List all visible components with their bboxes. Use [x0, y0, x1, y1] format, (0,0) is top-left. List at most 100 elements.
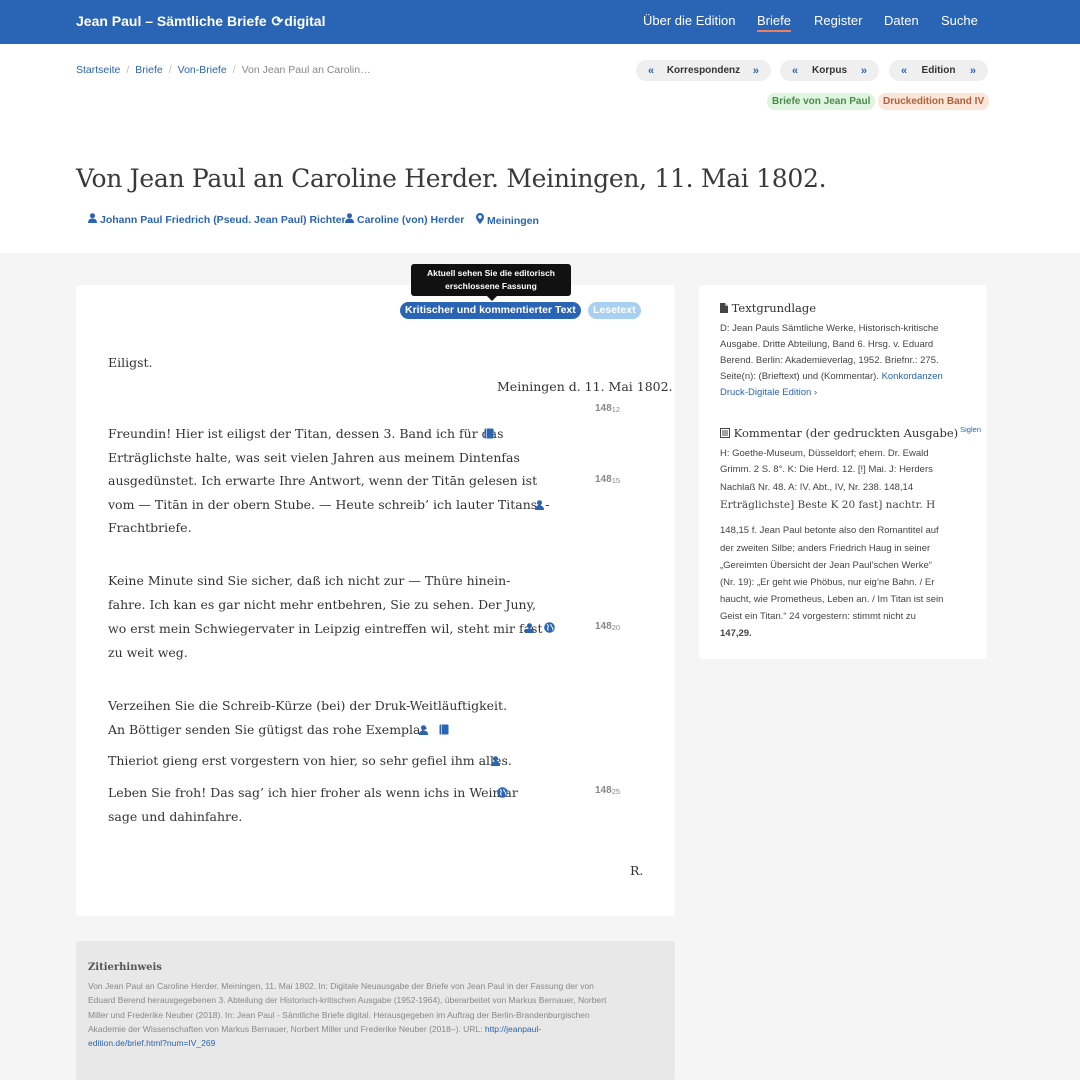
letter-line: Keine Minute sind Sie sicher, daß ich ni…: [108, 573, 511, 588]
citation-line: Miller und Frederike Neuber (2018). In: …: [88, 1010, 590, 1020]
chevron-left-icon[interactable]: «: [901, 65, 907, 77]
letter-line: fahre. Ich kan es gar nicht mehr entbehr…: [108, 597, 536, 612]
textgrundlage-line: D: Jean Pauls Sämtliche Werke, Historisc…: [720, 323, 939, 334]
pager-edition: « Edition »: [889, 60, 988, 81]
textgrundlage-heading: Textgrundlage: [720, 301, 816, 316]
citation-url-link[interactable]: edition.de/brief.html?num=IV_269: [88, 1038, 215, 1048]
textgrundlage-line: Berend. Berlin: Akademieverlag, 1952. Br…: [720, 355, 939, 366]
kommentar-line: „Gereimten Übersicht der Jean Paul’schen…: [720, 560, 932, 571]
brand-logo[interactable]: Jean Paul – Sämtliche Briefe ⟳digital: [76, 13, 326, 30]
page-title: Von Jean Paul an Caroline Herder. Meinin…: [76, 164, 827, 193]
breadcrumb-von-briefe[interactable]: Von-Briefe: [178, 64, 227, 76]
chevron-right-icon: ›: [811, 387, 818, 398]
letter-line: sage und dahinfahre.: [108, 809, 243, 824]
breadcrumb-startseite[interactable]: Startseite: [76, 64, 120, 76]
person-icon: [345, 213, 354, 226]
tooltip-line: erschlossene Fassung: [445, 281, 537, 291]
letter-line: Thieriot gieng erst vorgestern von hier,…: [108, 753, 512, 768]
nav-register[interactable]: Register: [814, 13, 862, 28]
letter-signature: R.: [630, 863, 644, 878]
letter-line: Verzeihen Sie die Schreib-Kürze (bei) de…: [108, 698, 508, 713]
druck-digitale-link[interactable]: Druck-Digitale Edition ›: [720, 387, 817, 398]
meta-sender[interactable]: Johann Paul Friedrich (Pseud. Jean Paul)…: [88, 213, 346, 226]
citation-heading: Zitierhinweis: [88, 962, 162, 973]
nav-suche[interactable]: Suche: [941, 13, 978, 28]
file-icon: [720, 302, 728, 316]
person-icon[interactable]: [535, 500, 544, 510]
chevron-right-icon[interactable]: »: [861, 65, 867, 77]
pager-korpus: « Korpus »: [780, 60, 879, 81]
nav-ueber-edition[interactable]: Über die Edition: [643, 13, 736, 28]
chevron-right-icon[interactable]: »: [970, 65, 976, 77]
letter-opening: Eiligst.: [108, 355, 153, 370]
letter-line: zu weit weg.: [108, 645, 188, 660]
pager-label: Korpus: [812, 65, 847, 76]
tooltip-line: Aktuell sehen Sie die editorisch: [426, 268, 555, 278]
chevron-right-icon[interactable]: »: [753, 65, 759, 77]
nav-daten[interactable]: Daten: [884, 13, 919, 28]
person-icon[interactable]: [525, 623, 534, 633]
book-icon[interactable]: [439, 724, 449, 735]
citation-line: Von Jean Paul an Caroline Herder. Meinin…: [88, 981, 594, 991]
chevron-left-icon[interactable]: «: [792, 65, 798, 77]
toggle-lesetext[interactable]: Lesetext: [588, 302, 641, 319]
refresh-icon: ⟳: [271, 13, 284, 29]
globe-icon[interactable]: [497, 787, 508, 798]
citation-line: Akademie der Wissenschaften von Markus B…: [88, 1024, 542, 1034]
letter-line: Erträglichste halte, was seit vielen Jah…: [108, 450, 520, 465]
letter-line: wo erst mein Schwiegervater in Leipzig e…: [108, 621, 543, 636]
kommentar-line: Erträglichste] Beste K 20 fast] nachtr. …: [720, 499, 936, 511]
breadcrumb-current: Von Jean Paul an Carolin…: [241, 64, 371, 76]
tooltip: Aktuell sehen Sie die editorisch erschlo…: [411, 264, 571, 301]
line-number: 14825: [595, 785, 621, 796]
letter-line: Frachtbriefe.: [108, 520, 192, 535]
kommentar-line: (Nr. 19): „Er geht wie Phöbus, nur eig’n…: [720, 577, 935, 588]
letter-dateline: Meiningen d. 11. Mai 1802.: [497, 379, 673, 394]
kommentar-line: 147,29.: [720, 628, 752, 639]
breadcrumb-briefe[interactable]: Briefe: [135, 64, 162, 76]
siglen-link[interactable]: Siglen: [960, 425, 981, 434]
letter-line: Leben Sie froh! Das sag’ ich hier froher…: [108, 785, 518, 800]
meta-place-label: Meiningen: [487, 215, 539, 227]
person-icon[interactable]: [419, 725, 428, 735]
kommentar-line: der zweiten Silbe; anders Friedrich Haug…: [720, 543, 931, 554]
kommentar-line: Grimm. 2 S. 8°. K: Die Herd. 12. [!] Mai…: [720, 464, 933, 475]
pager-label: Edition: [921, 65, 956, 76]
person-icon[interactable]: [491, 756, 500, 766]
tag-briefe-von-jean-paul[interactable]: Briefe von Jean Paul: [767, 93, 876, 110]
globe-icon[interactable]: [544, 622, 555, 633]
kommentar-heading: Kommentar (der gedruckten Ausgabe) Siglen: [720, 425, 981, 441]
book-icon[interactable]: [484, 428, 494, 439]
list-icon: [720, 427, 730, 441]
tag-druckedition[interactable]: Druckedition Band IV: [878, 93, 990, 110]
textgrundlage-line: Seite(n): (Brieftext) und (Kommentar). K…: [720, 371, 943, 382]
breadcrumb: Startseite / Briefe / Von-Briefe / Von Jean Pa…: [76, 64, 371, 76]
pager-label: Korrespondenz: [666, 65, 741, 76]
konkordanzen-link[interactable]: Konkordanzen: [882, 371, 943, 382]
meta-sender-label: Johann Paul Friedrich (Pseud. Jean Paul)…: [100, 214, 346, 226]
citation-url-link[interactable]: http://jeanpaul-: [485, 1024, 541, 1034]
kommentar-line: 148,15 f. Jean Paul betonte also den Rom…: [720, 525, 939, 536]
person-icon: [88, 213, 97, 226]
textgrundlage-heading-label: Textgrundlage: [731, 301, 817, 315]
pager-korrespondenz: « Korrespondenz »: [636, 60, 771, 81]
chevron-left-icon[interactable]: «: [648, 65, 654, 77]
kommentar-heading-label: Kommentar (der gedruckten Ausgabe): [733, 426, 959, 440]
letter-line: vom — Titān in der obern Stube. — Heute …: [108, 497, 550, 512]
line-number: 14815: [595, 474, 621, 485]
meta-recipient[interactable]: Caroline (von) Herder: [345, 213, 464, 226]
citation-line: Eduard Berend herausgegebenen 3. Abteilu…: [88, 995, 607, 1005]
kommentar-line: Geist ein Titan.“ 24 vorgestern: stimmt …: [720, 611, 916, 622]
toggle-kritischer-text[interactable]: Kritischer und kommentierter Text: [400, 302, 581, 319]
nav-briefe[interactable]: Briefe: [757, 13, 791, 32]
letter-line: Freundin! Hier ist eiligst der Titan, de…: [108, 426, 504, 441]
textgrundlage-line: Ausgabe. Dritte Abteilung, Band 6. Hrsg.…: [720, 339, 934, 350]
meta-place[interactable]: Meiningen: [476, 213, 539, 227]
letter-line: ausgedünstet. Ich erwarte Ihre Antwort, …: [108, 473, 538, 488]
line-number: 14820: [595, 621, 621, 632]
meta-recipient-label: Caroline (von) Herder: [357, 214, 465, 226]
line-number: 14812: [595, 403, 621, 414]
brand-suffix: digital: [284, 13, 326, 29]
letter-line: An Böttiger senden Sie gütigst das rohe …: [108, 722, 430, 737]
map-marker-icon: [476, 213, 484, 227]
